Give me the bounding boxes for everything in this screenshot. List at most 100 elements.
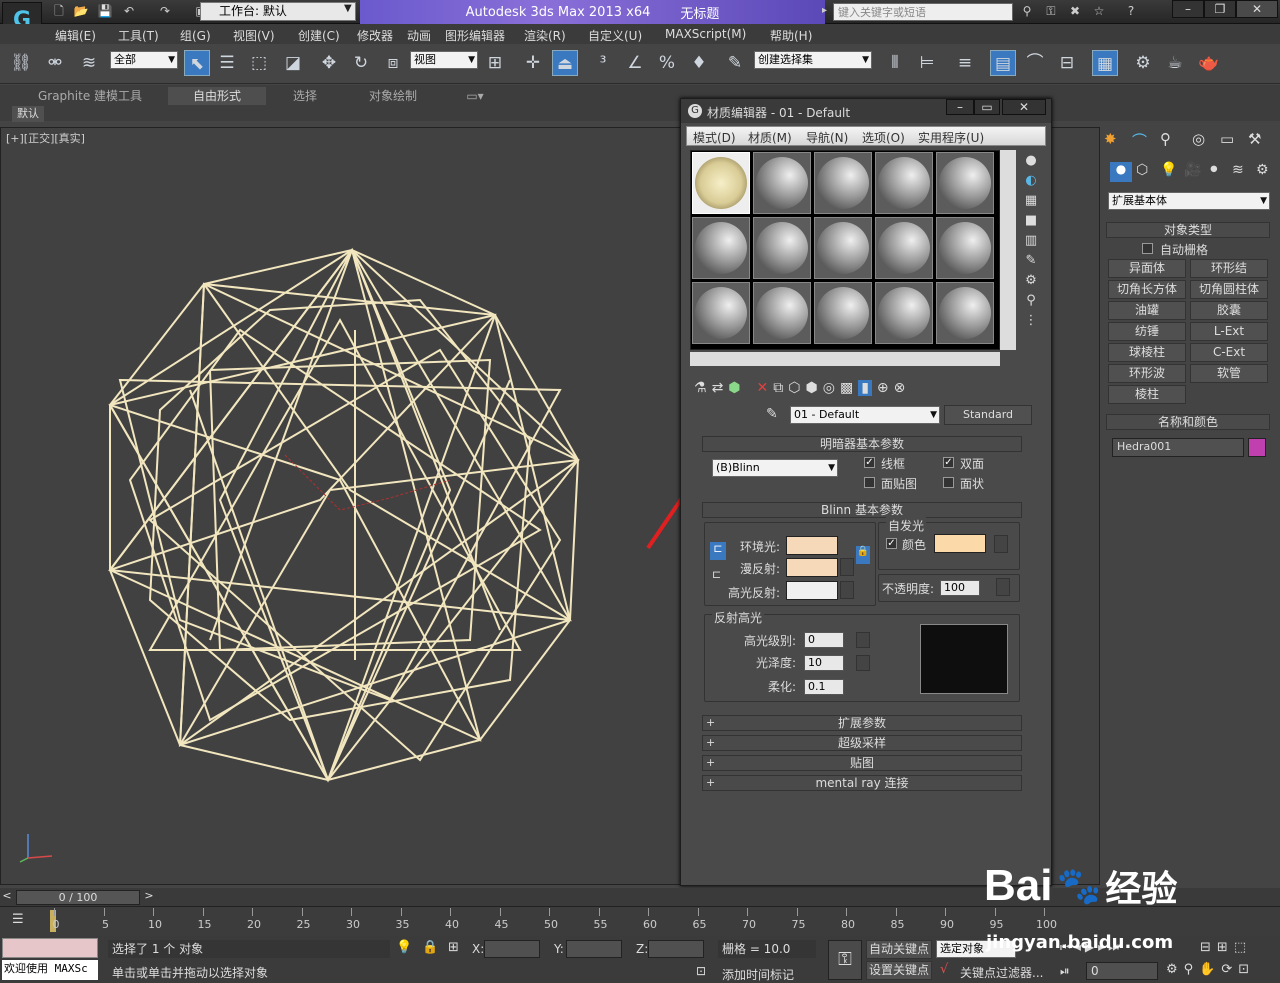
edit-named-sel-icon[interactable]: ✎ [722,50,748,76]
btn-prism[interactable]: 棱柱 [1108,385,1186,404]
sample-slot[interactable] [753,282,811,344]
curve-editor-icon[interactable]: ⌒ [1022,50,1048,76]
isolate-icon[interactable]: 💡 [396,940,412,955]
move-icon[interactable]: ✥ [316,50,342,76]
cameras-icon[interactable]: 🎥 [1184,162,1201,178]
mentalray-rollout[interactable]: mental ray 连接 [702,775,1022,791]
geometry-icon[interactable]: ● [1110,162,1132,182]
window-crossing-icon[interactable]: ◪ [280,50,306,76]
name-color-rollout[interactable]: 名称和颜色 [1106,414,1270,430]
select-by-name-icon[interactable]: ☰ [214,50,240,76]
btn-hedra[interactable]: 异面体 [1108,259,1186,278]
me-maximize-button[interactable]: ▭ [974,99,1000,115]
select-object-icon[interactable]: ⬉ [184,50,210,76]
shader-basic-params-rollout[interactable]: 明暗器基本参数 [702,436,1022,452]
rotate-icon[interactable]: ↻ [348,50,374,76]
maps-rollout[interactable]: 贴图 [702,755,1022,771]
me-close-button[interactable]: ✕ [1002,99,1046,115]
z-coord-input[interactable] [648,940,704,958]
zoom-icon[interactable]: ⚲ [1184,962,1194,980]
sample-slot[interactable] [753,217,811,279]
time-config-icon[interactable]: ⚙ [1166,962,1178,980]
tab-object-paint[interactable]: 对象绘制 [358,87,428,105]
tab-freeform[interactable]: 自由形式 [168,87,266,105]
reference-coord-dropdown[interactable]: 视图 ▼ [410,51,478,69]
material-name-dropdown[interactable]: 01 - Default ▼ [790,406,940,424]
helpers-icon[interactable]: ⚫ [1208,162,1220,178]
y-coord-input[interactable] [566,940,622,958]
create-tab-icon[interactable]: ✸ [1104,130,1117,148]
ribbon-default-tab[interactable]: 默认 [12,106,44,122]
open-file-icon[interactable]: 📂 [72,3,90,19]
tab-graphite[interactable]: Graphite 建模工具 [30,87,150,105]
menu-views[interactable]: 视图(V) [233,27,275,44]
sample-slot[interactable] [936,217,994,279]
video-color-icon[interactable]: ▥ [1020,233,1042,248]
rect-selection-icon[interactable]: ⬚ [246,50,272,76]
menu-rendering[interactable]: 渲染(R) [524,27,566,44]
lock-diffuse-icon[interactable]: ⊏ [712,568,721,581]
put-to-scene-icon[interactable]: ⇄ [712,380,724,396]
category-dropdown[interactable]: 扩展基本体 ▼ [1108,192,1270,210]
set-key-button[interactable]: 设置关键点 [866,961,932,980]
btn-l-ext[interactable]: L-Ext [1190,322,1268,341]
btn-hose[interactable]: 软管 [1190,364,1268,383]
ambient-color-swatch[interactable] [786,536,838,555]
supersampling-rollout[interactable]: 超级采样 [702,735,1022,751]
zoom-region-icon[interactable]: ⬚ [1234,940,1246,958]
sample-uv-icon[interactable]: ■ [1020,213,1042,228]
sample-slot[interactable] [875,282,933,344]
material-editor-icon[interactable]: ▦ [1092,50,1118,76]
opacity-map-button[interactable] [996,578,1010,596]
blinn-basic-params-rollout[interactable]: Blinn 基本参数 [702,502,1022,518]
show-end-result-icon[interactable]: ▮ [858,380,872,396]
sample-slot[interactable] [692,282,750,344]
menu-maxscript[interactable]: MAXScript(M) [665,27,746,41]
glossiness-spinner[interactable]: 10 [804,655,844,671]
sample-slot[interactable] [814,282,872,344]
backlight-icon[interactable]: ◐ [1020,173,1042,188]
menu-customize[interactable]: 自定义(U) [588,27,642,44]
sample-slot-selected[interactable] [692,152,750,214]
diffuse-map-button[interactable] [840,558,854,576]
key-filter-icon[interactable]: √ [940,962,948,977]
maxscript-mini-listener[interactable]: 欢迎使用 MAXSc [2,960,98,980]
viewport-label[interactable]: [+][正交][真实] [6,130,85,146]
two-sided-checkbox[interactable]: ✓ [943,457,954,468]
shader-dropdown[interactable]: (B)Blinn ▼ [712,459,838,477]
binoculars-icon[interactable]: ⚲ [1018,3,1036,19]
self-illum-color-swatch[interactable] [934,534,986,553]
me-menu-material[interactable]: 材质(M) [748,129,792,146]
faceted-checkbox[interactable] [943,477,954,488]
add-time-tag[interactable]: 添加时间标记 [722,966,794,983]
make-unique-icon[interactable]: ⬡ [788,380,800,396]
material-navigator-icon[interactable]: ⋮ [1020,313,1042,328]
render-setup-icon[interactable]: ⚙ [1130,50,1156,76]
close-button[interactable]: ✕ [1236,0,1278,18]
curve-editor-mini-icon[interactable]: ☰ [12,912,24,927]
chevron-left-icon[interactable]: < [0,889,14,905]
snap-3d-icon[interactable]: ³ [590,50,616,76]
render-frame-icon[interactable]: ☕ [1162,50,1188,76]
btn-c-ext[interactable]: C-Ext [1190,343,1268,362]
btn-torus-knot[interactable]: 环形结 [1190,259,1268,278]
go-to-parent-icon[interactable]: ⊕ [877,380,889,396]
hedra-wireframe[interactable] [90,240,590,790]
maxscript-listener-pink[interactable] [2,938,98,958]
exchange-icon[interactable]: ✖ [1066,3,1084,19]
scene-explorer-icon[interactable]: ▤ [990,50,1016,76]
named-selection-dropdown[interactable]: 创建选择集 ▼ [754,51,872,69]
go-forward-icon[interactable]: ⊗ [894,380,906,396]
specular-color-swatch[interactable] [786,581,838,600]
menu-tools[interactable]: 工具(T) [118,27,159,44]
slots-horizontal-scrollbar[interactable] [690,352,1000,366]
x-coord-input[interactable] [484,940,540,958]
auto-key-button[interactable]: 自动关键点 [866,940,932,959]
redo-icon[interactable]: ↷ [156,3,174,19]
sample-slot[interactable] [875,217,933,279]
zoom-all-icon[interactable]: ⊞ [1217,940,1228,958]
zoom-extents-icon[interactable]: ⊟ [1200,940,1211,958]
spinner-snap-icon[interactable]: ♦ [686,50,712,76]
wire-checkbox[interactable]: ✓ [864,457,875,468]
object-color-swatch[interactable] [1248,438,1266,457]
